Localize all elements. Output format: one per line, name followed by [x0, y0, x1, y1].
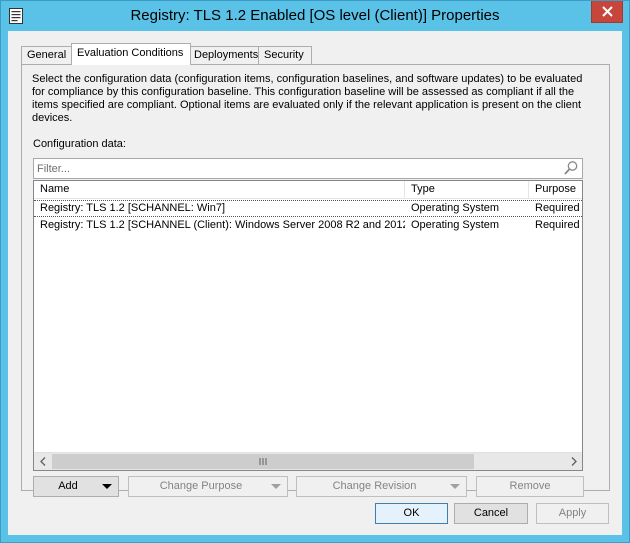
chevron-left-icon: [39, 457, 45, 466]
row-type: Operating System: [411, 202, 500, 214]
properties-dialog: Registry: TLS 1.2 Enabled [OS level (Cli…: [0, 0, 630, 543]
grip-icon: [259, 458, 267, 465]
cancel-button[interactable]: Cancel: [454, 503, 528, 524]
table-row[interactable]: Registry: TLS 1.2 [SCHANNEL: Win7] Opera…: [34, 200, 582, 217]
tab-evaluation-conditions[interactable]: Evaluation Conditions: [71, 43, 191, 65]
tab-security[interactable]: Security: [258, 46, 312, 64]
tab-general[interactable]: General: [21, 46, 75, 64]
search-icon[interactable]: [563, 160, 579, 176]
row-name: Registry: TLS 1.2 [SCHANNEL (Client): Wi…: [40, 219, 405, 231]
apply-button[interactable]: Apply: [536, 503, 609, 524]
evaluation-conditions-panel: Select the configuration data (configura…: [21, 64, 610, 497]
configuration-data-list[interactable]: Name Type Purpose Registry: TLS 1.2 [SCH…: [33, 180, 583, 471]
column-header-purpose[interactable]: Purpose: [529, 181, 582, 198]
scrollbar-thumb[interactable]: [52, 454, 474, 469]
column-header-type[interactable]: Type: [405, 181, 529, 198]
chevron-down-icon: [271, 484, 281, 489]
add-button[interactable]: Add: [33, 476, 119, 497]
window-title: Registry: TLS 1.2 Enabled [OS level (Cli…: [130, 7, 500, 24]
row-purpose: Required: [535, 202, 580, 214]
dialog-client-area: General Evaluation Conditions Deployment…: [8, 31, 622, 535]
title-bar[interactable]: Registry: TLS 1.2 Enabled [OS level (Cli…: [1, 1, 629, 31]
ok-button[interactable]: OK: [375, 503, 448, 524]
close-icon: [601, 6, 613, 17]
row-name: Registry: TLS 1.2 [SCHANNEL: Win7]: [40, 202, 226, 214]
chevron-down-icon: [450, 484, 460, 489]
row-type: Operating System: [411, 219, 500, 231]
change-purpose-button[interactable]: Change Purpose: [128, 476, 288, 497]
table-row[interactable]: Registry: TLS 1.2 [SCHANNEL (Client): Wi…: [34, 217, 582, 234]
tab-deployments[interactable]: Deployments: [188, 46, 260, 64]
filter-input[interactable]: [37, 161, 557, 176]
scroll-left-button[interactable]: [34, 453, 51, 470]
remove-button[interactable]: Remove: [476, 476, 584, 497]
configuration-data-label: Configuration data:: [33, 138, 126, 150]
panel-description: Select the configuration data (configura…: [32, 73, 583, 124]
filter-box: [33, 158, 583, 179]
change-revision-button[interactable]: Change Revision: [296, 476, 467, 497]
chevron-down-icon: [102, 484, 112, 489]
row-purpose: Required: [535, 219, 580, 231]
horizontal-scrollbar[interactable]: [34, 452, 582, 470]
scroll-right-button[interactable]: [565, 453, 582, 470]
list-header: Name Type Purpose: [34, 181, 582, 199]
chevron-right-icon: [571, 457, 577, 466]
close-button[interactable]: [591, 1, 623, 23]
column-header-name[interactable]: Name: [34, 181, 405, 198]
